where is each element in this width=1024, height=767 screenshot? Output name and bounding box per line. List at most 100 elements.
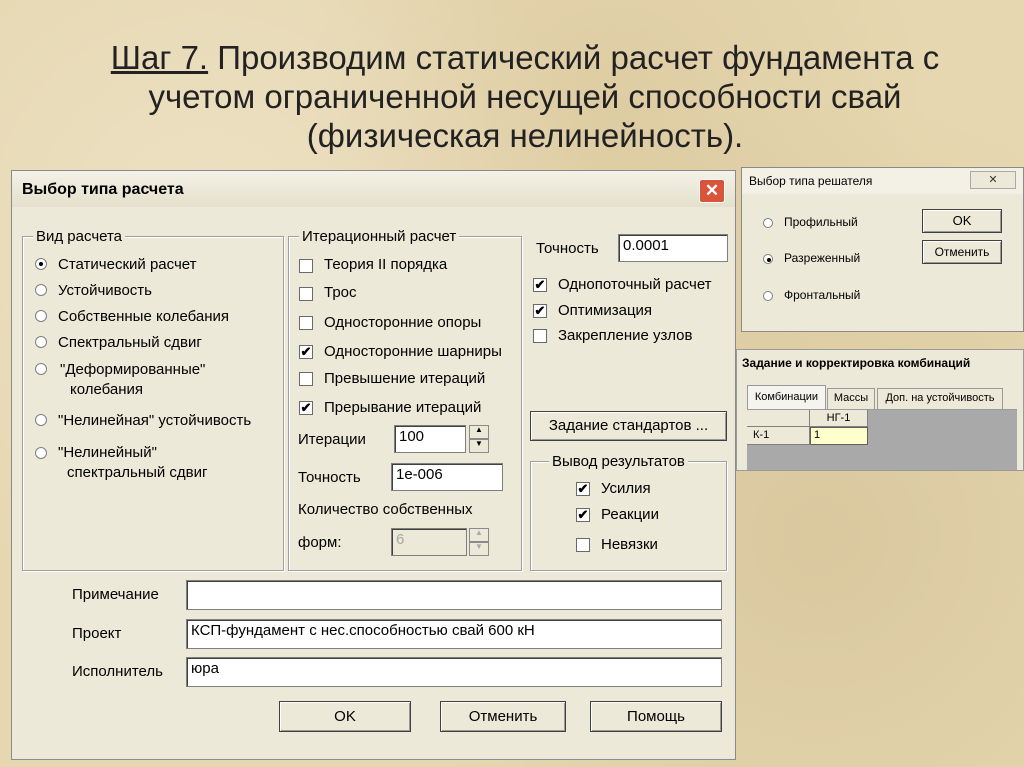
radio-spectral-label: Спектральный сдвиг — [58, 334, 202, 351]
note-input[interactable] — [186, 580, 722, 610]
radio-deformed[interactable] — [35, 363, 47, 375]
title-line-2: учетом ограниченной несущей способности … — [148, 78, 902, 115]
radio-deformed-label: "Деформированные" — [60, 361, 206, 378]
cancel-button[interactable]: Отменить — [440, 701, 566, 732]
help-button[interactable]: Помощь — [590, 701, 722, 732]
chk-cable[interactable] — [299, 287, 313, 301]
chk-reactions-label: Реакции — [601, 506, 659, 523]
cell-value: 1 — [814, 429, 821, 441]
eigen-forms-label-2: форм: — [298, 534, 342, 551]
radio-profile[interactable] — [763, 218, 773, 228]
radio-frontal[interactable] — [763, 291, 773, 301]
radio-stability-label: Устойчивость — [58, 282, 152, 299]
solver-close-button[interactable]: ✕ — [970, 171, 1016, 189]
spin-down-icon[interactable]: ▼ — [469, 439, 489, 453]
chk-forces[interactable] — [576, 482, 590, 496]
iterations-label: Итерации — [298, 431, 366, 448]
title-line-3: (физическая нелинейность). — [306, 117, 744, 154]
slide-title: Шаг 7. Производим статический расчет фун… — [60, 38, 990, 155]
grid-corner — [747, 410, 810, 427]
grid-row-header: К-1 — [747, 427, 810, 445]
iterations-input[interactable]: 100 — [394, 425, 466, 453]
radio-static[interactable] — [35, 258, 47, 270]
chk-residuals[interactable] — [576, 538, 590, 552]
solver-ok-button[interactable]: OK — [922, 209, 1002, 233]
chk-fix-nodes[interactable] — [533, 329, 547, 343]
grid-cell[interactable]: 1 — [810, 427, 868, 445]
chk-second-order-label: Теория II порядка — [324, 256, 448, 273]
standards-button[interactable]: Задание стандартов ... — [530, 411, 727, 441]
project-label: Проект — [72, 625, 122, 642]
spin-up-icon[interactable]: ▲ — [469, 528, 489, 542]
close-icon: ✕ — [704, 181, 720, 200]
executor-label: Исполнитель — [72, 663, 163, 680]
close-button[interactable]: ✕ — [699, 179, 725, 203]
iteration-group-label: Итерационный расчет — [299, 228, 460, 245]
solver-cancel-button[interactable]: Отменить — [922, 240, 1002, 264]
radio-nonlinear-spectral-label: "Нелинейный" — [58, 444, 157, 461]
eigen-forms-spinner[interactable]: ▲ ▼ — [469, 528, 489, 556]
radio-nonlinear-spectral-label-2: спектральный сдвиг — [67, 464, 208, 481]
chk-single-thread[interactable] — [533, 278, 547, 292]
tab-stability-label: Доп. на устойчивость — [885, 392, 995, 404]
iterations-spinner[interactable]: ▲ ▼ — [469, 425, 489, 453]
chk-single-thread-label: Однопоточный расчет — [558, 276, 712, 293]
combinations-dialog: Задание и корректировка комбинаций Комби… — [736, 349, 1024, 471]
combo-title: Задание и корректировка комбинаций — [742, 356, 971, 370]
radio-sparse[interactable] — [763, 254, 773, 264]
step-label: Шаг 7. — [110, 39, 209, 76]
chk-reactions[interactable] — [576, 508, 590, 522]
radio-frontal-label: Фронтальный — [784, 288, 861, 302]
tab-combinations[interactable]: Комбинации — [747, 385, 826, 409]
combo-titlebar: Задание и корректировка комбинаций — [737, 350, 1023, 376]
iter-accuracy-input[interactable]: 1e-006 — [391, 463, 503, 491]
calc-type-group-label: Вид расчета — [33, 228, 126, 245]
chk-optimization[interactable] — [533, 304, 547, 318]
chk-iter-exceed-label: Превышение итераций — [324, 370, 486, 387]
radio-deformed-label-2: колебания — [70, 381, 144, 398]
note-label: Примечание — [72, 586, 159, 603]
accuracy-input[interactable]: 0.0001 — [618, 234, 728, 262]
dialog-title: Выбор типа расчета — [22, 181, 184, 198]
chk-iter-exceed[interactable] — [299, 372, 313, 386]
tab-masses-label: Массы — [833, 392, 869, 404]
solver-title: Выбор типа решателя — [749, 174, 873, 188]
close-icon: ✕ — [988, 174, 998, 186]
iter-accuracy-label: Точность — [298, 469, 361, 486]
tab-stability[interactable]: Доп. на устойчивость — [877, 388, 1003, 409]
project-input[interactable]: КСП-фундамент с нес.способностью свай 60… — [186, 619, 722, 649]
radio-stability[interactable] — [35, 284, 47, 296]
eigen-forms-input[interactable]: 6 — [391, 528, 467, 556]
chk-cable-label: Трос — [324, 284, 357, 301]
radio-spectral[interactable] — [35, 336, 47, 348]
radio-nonlinear-stability[interactable] — [35, 414, 47, 426]
chk-one-side-hinges-label: Односторонние шарниры — [324, 343, 502, 360]
title-line-1: Производим статический расчет фундамента… — [208, 39, 940, 76]
chk-iter-break-label: Прерывание итераций — [324, 399, 482, 416]
grid-column-header: НГ-1 — [810, 410, 868, 427]
radio-profile-label: Профильный — [784, 215, 858, 229]
radio-sparse-label: Разреженный — [784, 251, 861, 265]
combo-grid: НГ-1 К-1 1 — [747, 409, 1017, 470]
eigen-forms-label-1: Количество собственных — [298, 501, 473, 518]
output-group-label: Вывод результатов — [549, 453, 688, 470]
tab-masses[interactable]: Массы — [827, 388, 875, 409]
row-header-label: К-1 — [753, 429, 770, 441]
chk-one-side-supports-label: Односторонние опоры — [324, 314, 482, 331]
radio-nonlinear-spectral[interactable] — [35, 447, 47, 459]
executor-input[interactable]: юра — [186, 657, 722, 687]
spin-down-icon[interactable]: ▼ — [469, 542, 489, 556]
tab-combinations-label: Комбинации — [754, 391, 819, 403]
column-header-label: НГ-1 — [826, 412, 851, 424]
chk-one-side-supports[interactable] — [299, 316, 313, 330]
chk-one-side-hinges[interactable] — [299, 345, 313, 359]
solver-type-dialog: Выбор типа решателя ✕ Профильный Разреже… — [741, 167, 1024, 332]
radio-eigen[interactable] — [35, 310, 47, 322]
ok-button[interactable]: OK — [279, 701, 411, 732]
chk-second-order[interactable] — [299, 259, 313, 273]
spin-up-icon[interactable]: ▲ — [469, 425, 489, 439]
chk-iter-break[interactable] — [299, 401, 313, 415]
chk-residuals-label: Невязки — [601, 536, 658, 553]
accuracy-label: Точность — [536, 240, 599, 257]
radio-nonlinear-stability-label: "Нелинейная" устойчивость — [58, 412, 252, 429]
